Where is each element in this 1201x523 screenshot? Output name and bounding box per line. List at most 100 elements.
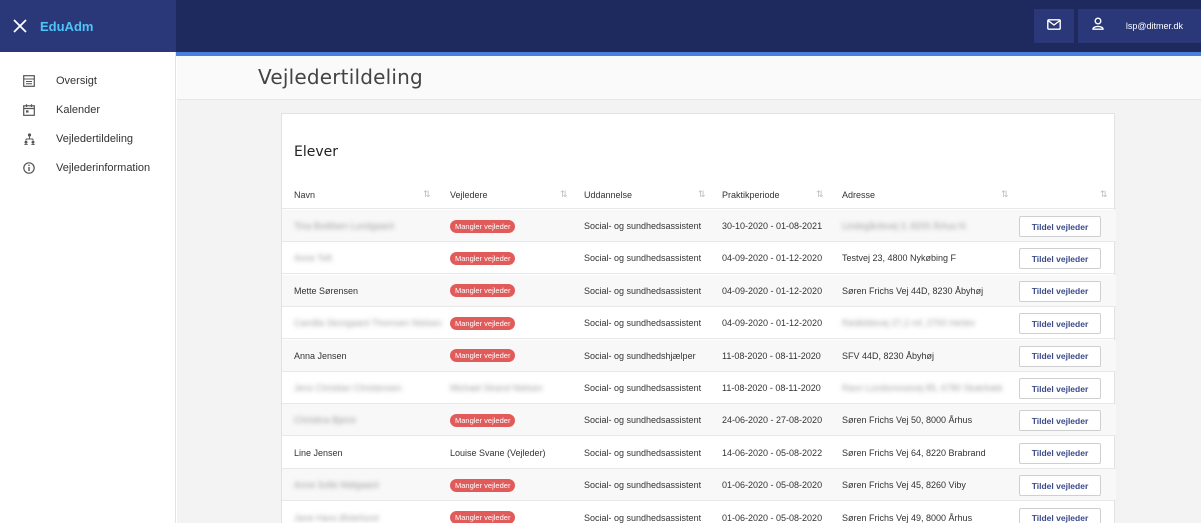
sort-icon[interactable]: ⇅: [1001, 189, 1009, 200]
student-name: Anne Sofie Mølgaard: [294, 480, 379, 491]
mail-icon: [1046, 17, 1061, 35]
internship-period-cell: 11-08-2020 - 08-11-2020: [722, 340, 821, 372]
internship-period: 04-09-2020 - 01-12-2020: [722, 285, 823, 296]
education: Social- og sundhedsassistent: [584, 383, 702, 393]
internship-period-cell: 01-06-2020 - 05-08-2020: [722, 502, 822, 523]
sort-icon[interactable]: ⇅: [698, 189, 706, 200]
address-cell: Ravn Lundsmosevej 85, 6780 Skærbæk: [842, 372, 1003, 404]
student-name: Line Jensen: [294, 447, 343, 458]
education-cell: Social- og sundhedsassistent: [584, 404, 701, 436]
app-brand: EduAdm: [40, 18, 94, 34]
education-cell: Social- og sundhedsassistent: [584, 210, 701, 242]
sidebar-item-label: Vejlederinformation: [56, 162, 151, 174]
assign-advisor-button[interactable]: Tildel vejleder: [1019, 507, 1101, 523]
internship-period-cell: 04-09-2020 - 01-12-2020: [722, 242, 822, 274]
education: Social- og sundhedsassistent: [584, 480, 702, 491]
assign-advisor-button[interactable]: Tildel vejleder: [1019, 410, 1101, 432]
user-button[interactable]: [1077, 9, 1118, 43]
column-header-period[interactable]: Praktikperiode: [722, 181, 780, 209]
education-cell: Social- og sundhedsassistent: [584, 469, 701, 501]
address-cell: Testvej 23, 4800 Nykøbing F: [842, 242, 956, 274]
assign-advisor-button[interactable]: Tildel vejleder: [1019, 442, 1101, 464]
table-row: Camilla Skovgaard Thomsen Nielsen Mangler…: [282, 307, 1116, 340]
advisor-name: Louise Svane (Vejleder): [450, 447, 546, 458]
education: Social- og sundhedsassistent: [584, 221, 702, 231]
student-name-cell: Anne Toft: [294, 242, 332, 274]
internship-period-cell: 11-08-2020 - 08-11-2020: [722, 372, 821, 404]
mail-button[interactable]: [1033, 9, 1074, 43]
sort-icon[interactable]: ⇅: [1100, 189, 1108, 200]
assign-advisor-button[interactable]: Tildel vejleder: [1019, 280, 1101, 302]
overview-icon: [20, 72, 38, 90]
education: Social- og sundhedsassistent: [584, 253, 702, 264]
advisor-name: Michael Strand Nielsen: [450, 383, 543, 393]
education-cell: Social- og sundhedsassistent: [584, 307, 701, 339]
table-header: Navn ⇅ Vejledere ⇅ Uddannelse ⇅ Praktikp…: [282, 181, 1116, 209]
advisor-name-cell: Louise Svane (Vejleder): [450, 437, 546, 469]
user-email[interactable]: lsp@ditmer.dk: [1117, 9, 1201, 43]
missing-advisor-badge-cell: Mangler vejleder: [450, 502, 516, 523]
column-header-advisors[interactable]: Vejledere: [450, 181, 488, 209]
student-name-cell: Line Jensen: [294, 437, 343, 469]
assign-advisor-button[interactable]: Tildel vejleder: [1019, 378, 1101, 399]
education: Social- og sundhedsassistent: [584, 285, 702, 296]
column-header-name[interactable]: Navn: [294, 181, 315, 209]
sidebar-item-kalender[interactable]: Kalender: [0, 96, 176, 124]
assign-advisor-button[interactable]: Tildel vejleder: [1019, 248, 1101, 270]
student-name: Anne Toft: [294, 253, 332, 264]
address: SFV 44D, 8230 Åbyhøj: [842, 350, 935, 361]
sort-icon[interactable]: ⇅: [423, 189, 431, 200]
sidebar-item-vejledertildeling[interactable]: Vejledertildeling: [0, 125, 176, 153]
address-cell: Søren Frichs Vej 45, 8260 Viby: [842, 469, 966, 501]
info-icon: [20, 159, 38, 177]
internship-period-cell: 24-06-2020 - 27-08-2020: [722, 404, 822, 436]
column-label: Uddannelse: [584, 190, 633, 200]
education-cell: Social- og sundhedsassistent: [584, 372, 701, 404]
assign-advisor-button[interactable]: Tildel vejleder: [1019, 313, 1101, 335]
assign-advisor-button[interactable]: Tildel vejleder: [1019, 475, 1101, 497]
sidebar-item-oversigt[interactable]: Oversigt: [0, 67, 176, 95]
internship-period: 11-08-2020 - 08-11-2020: [722, 383, 821, 393]
internship-period: 24-06-2020 - 27-08-2020: [722, 415, 823, 426]
internship-period: 01-06-2020 - 05-08-2020: [722, 512, 823, 523]
assign-advisor-button[interactable]: Tildel vejleder: [1019, 216, 1101, 237]
education: Social- og sundhedshjælper: [584, 350, 696, 361]
sort-icon[interactable]: ⇅: [560, 189, 568, 200]
table-row: Anna Jensen Mangler vejleder Social- og su…: [282, 339, 1116, 372]
column-header-education[interactable]: Uddannelse: [584, 181, 632, 209]
student-name-cell: Jane Hans Østerlund: [294, 502, 379, 523]
assign-advisor-button[interactable]: Tildel vejleder: [1019, 345, 1101, 367]
address: Søren Frichs Vej 64, 8220 Brabrand: [842, 447, 986, 458]
missing-advisor-badge: Mangler vejleder: [450, 511, 516, 523]
internship-period: 30-10-2020 - 01-08-2021: [722, 221, 823, 231]
address: Ravn Lundsmosevej 85, 6780 Skærbæk: [842, 383, 1003, 393]
column-label: Vejledere: [450, 190, 488, 200]
student-name-cell: Christina Bjerre: [294, 404, 356, 436]
missing-advisor-badge: Mangler vejleder: [450, 316, 516, 330]
student-name-cell: Mette Sørensen: [294, 275, 358, 307]
students-card: Elever Navn ⇅ Vejledere ⇅ Uddannelse ⇅ P…: [281, 113, 1116, 523]
internship-period: 04-09-2020 - 01-12-2020: [722, 318, 823, 329]
sidebar-item-vejlederinformation[interactable]: Vejlederinformation: [0, 154, 176, 182]
education: Social- og sundhedsassistent: [584, 447, 702, 458]
column-header-address[interactable]: Adresse: [842, 181, 875, 209]
sort-icon[interactable]: ⇅: [816, 189, 824, 200]
student-name: Jens Christian Christensen: [294, 383, 402, 393]
main-content: Vejledertildeling Elever Navn ⇅ Vejleder…: [177, 56, 1201, 523]
address-cell: SFV 44D, 8230 Åbyhøj: [842, 340, 934, 372]
missing-advisor-badge: Mangler vejleder: [450, 413, 516, 427]
education-cell: Social- og sundhedshjælper: [584, 340, 696, 372]
address: Testvej 23, 4800 Nykøbing F: [842, 253, 957, 264]
student-name: Jane Hans Østerlund: [294, 512, 379, 523]
internship-period-cell: 04-09-2020 - 01-12-2020: [722, 275, 822, 307]
page-header: Vejledertildeling: [177, 56, 1201, 100]
missing-advisor-badge: Mangler vejleder: [450, 219, 516, 233]
close-icon[interactable]: [0, 0, 40, 52]
internship-period: 01-06-2020 - 05-08-2020: [722, 480, 823, 491]
missing-advisor-badge: Mangler vejleder: [450, 349, 516, 363]
internship-period: 14-06-2020 - 05-08-2022: [722, 447, 823, 458]
education-cell: Social- og sundhedsassistent: [584, 242, 701, 274]
internship-period-cell: 30-10-2020 - 01-08-2021: [722, 210, 822, 242]
table-row: Jane Hans Østerlund Mangler vejleder Socia…: [282, 502, 1116, 523]
address-cell: Søren Frichs Vej 64, 8220 Brabrand: [842, 437, 986, 469]
